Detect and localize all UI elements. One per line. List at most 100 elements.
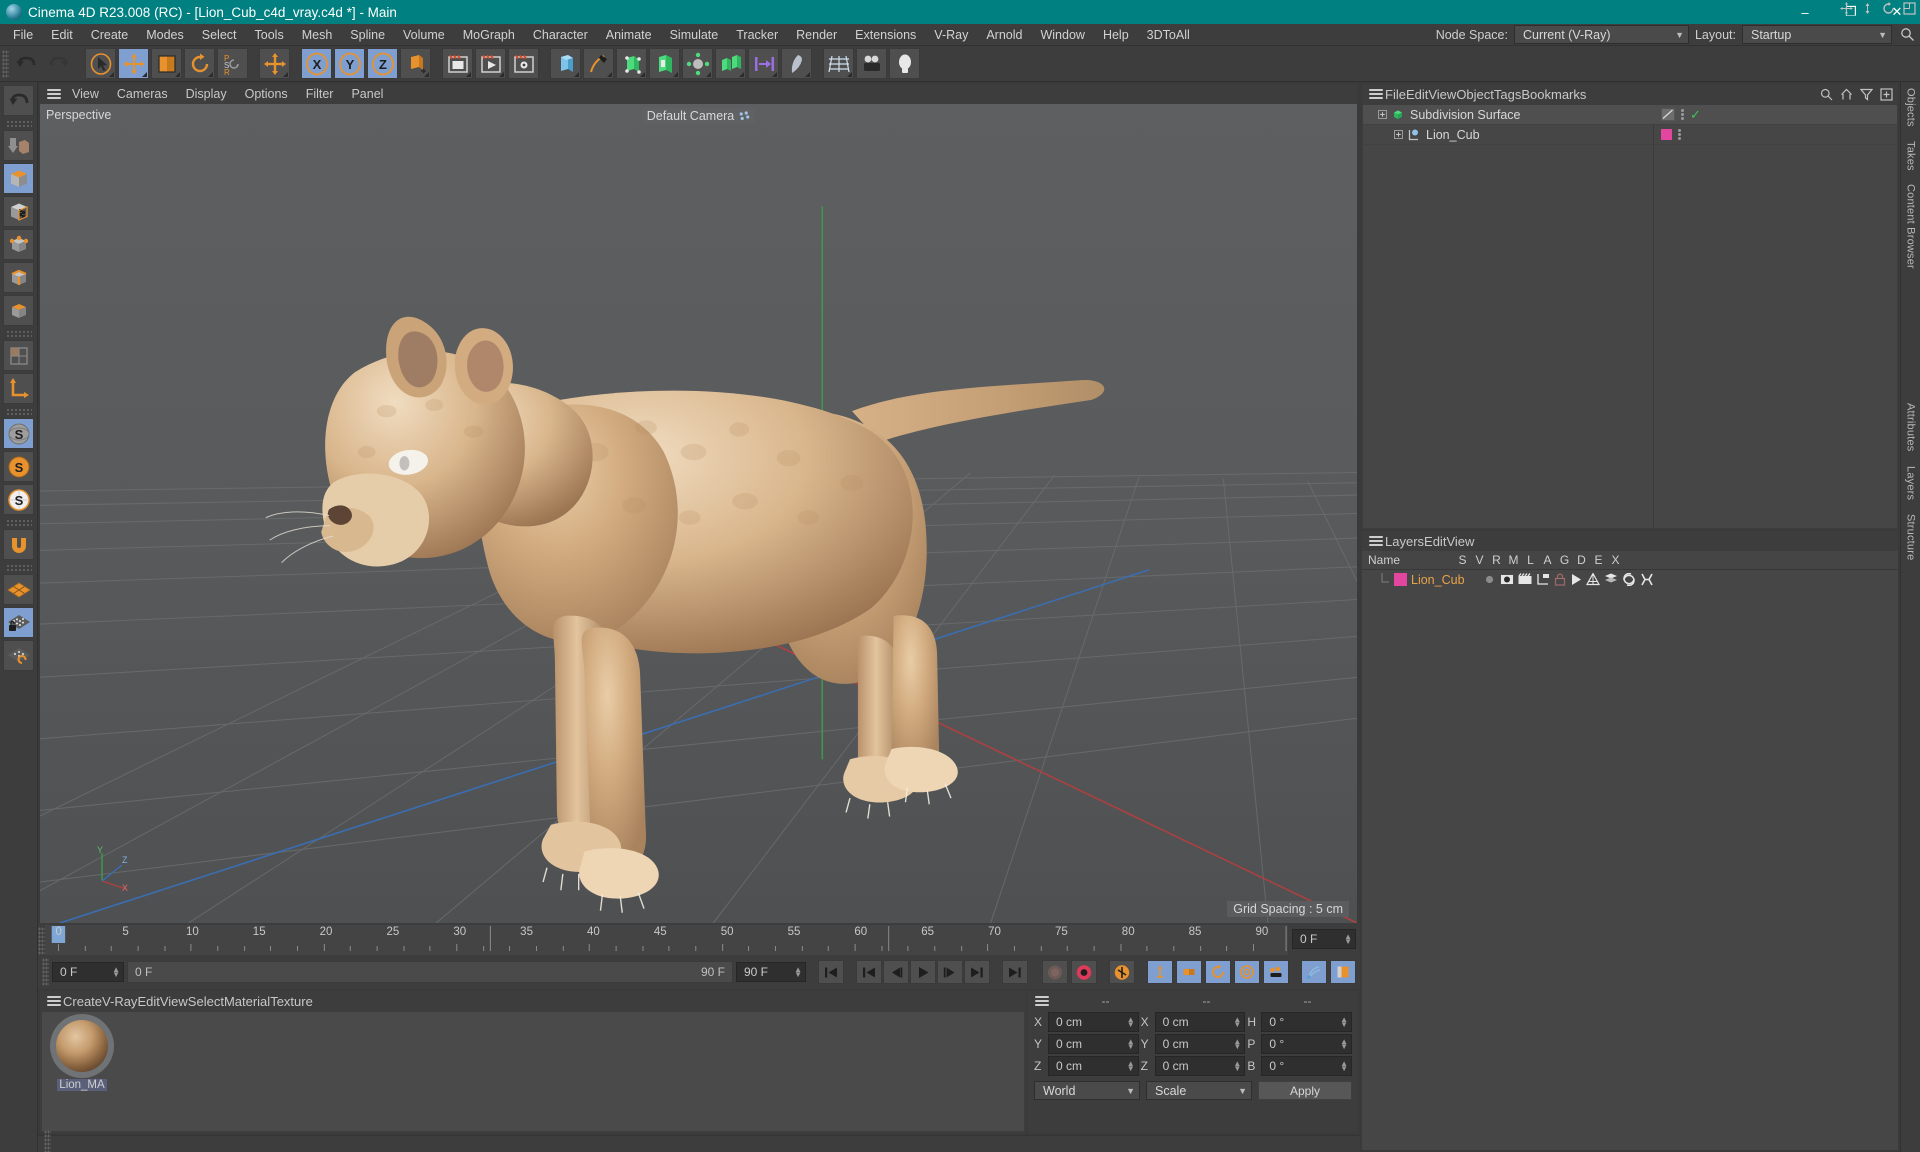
go-to-next-key-button[interactable] — [964, 960, 990, 984]
material-menu-material[interactable]: Material — [224, 994, 270, 1009]
spinner-icon[interactable]: ▲ ▼ — [794, 966, 802, 979]
menu-file[interactable]: File — [4, 26, 42, 44]
spinner-icon[interactable]: ▲ ▼ — [1233, 1016, 1241, 1029]
layer-row[interactable]: Lion_Cub — [1362, 570, 1898, 589]
menu-select[interactable]: Select — [193, 26, 246, 44]
object-menu-bookmarks[interactable]: Bookmarks — [1521, 87, 1586, 102]
undo-left-button[interactable] — [3, 85, 34, 116]
generators-icon[interactable] — [1585, 573, 1600, 586]
menu-tracker[interactable]: Tracker — [727, 26, 787, 44]
document-end-frame-input[interactable]: 90 F ▲ ▼ — [736, 962, 806, 982]
menu-edit[interactable]: Edit — [42, 26, 82, 44]
link-key-button[interactable] — [1301, 960, 1327, 984]
spinner-icon[interactable]: ▲ ▼ — [1233, 1060, 1241, 1073]
layer-col-d[interactable]: D — [1573, 553, 1590, 567]
undo-button[interactable] — [10, 48, 41, 79]
timeline-ruler[interactable]: 0 5 10 15 20 25 30 35 40 45 50 55 60 65 70 75 80 85 90 — [45, 925, 1288, 955]
go-to-start-button[interactable] — [818, 960, 844, 984]
coord-rot-b-field[interactable]: 0 ° ▲ ▼ — [1261, 1056, 1353, 1076]
viewport-menu-display[interactable]: Display — [177, 86, 236, 102]
layout-select[interactable]: Startup ▼ — [1742, 25, 1892, 44]
add-field-button[interactable] — [781, 48, 812, 79]
points-mode-button[interactable] — [3, 229, 34, 260]
material-menu-edit[interactable]: Edit — [137, 994, 159, 1009]
menu-extensions[interactable]: Extensions — [846, 26, 925, 44]
play-button[interactable] — [910, 960, 936, 984]
lock-z-axis[interactable]: Z — [367, 48, 398, 79]
lock-icon[interactable] — [1554, 573, 1566, 586]
spinner-icon[interactable]: ▲ ▼ — [1127, 1038, 1135, 1051]
material-menu-texture[interactable]: Texture — [270, 994, 313, 1009]
menu-spline[interactable]: Spline — [341, 26, 394, 44]
add-nurbs-button[interactable] — [649, 48, 680, 79]
menu-modes[interactable]: Modes — [137, 26, 193, 44]
timeline-current-frame-field[interactable]: 0 F ▲ ▼ — [1292, 929, 1356, 949]
render-to-picture-viewer[interactable] — [475, 48, 506, 79]
lock-y-axis[interactable]: Y — [334, 48, 365, 79]
material-menu-vray[interactable]: V-Ray — [102, 994, 137, 1009]
coord-pos-z-field[interactable]: 0 cm ▲ ▼ — [1048, 1056, 1139, 1076]
pan-icon[interactable] — [1840, 2, 1853, 15]
animation-play-icon[interactable] — [1570, 573, 1582, 586]
layer-menu-hamburger-icon[interactable] — [1367, 534, 1385, 548]
dock-tab-attributes[interactable]: Attributes — [1905, 403, 1917, 451]
object-menu-tags[interactable]: Tags — [1494, 87, 1521, 102]
dock-tab-takes[interactable]: Takes — [1905, 141, 1917, 171]
coordinate-space-select[interactable]: World ▼ — [1034, 1081, 1140, 1100]
render-film-icon[interactable] — [1517, 573, 1532, 586]
layer-col-x[interactable]: X — [1607, 553, 1624, 567]
add-spline-button[interactable] — [583, 48, 614, 79]
add-layer-icon[interactable] — [1880, 87, 1893, 101]
redo-button[interactable] — [43, 48, 74, 79]
layer-col-a[interactable]: A — [1539, 553, 1556, 567]
add-deformer-button[interactable] — [682, 48, 713, 79]
xref-icon[interactable] — [1640, 573, 1654, 586]
status-bar-grip[interactable] — [44, 1130, 51, 1152]
coord-size-y-field[interactable]: 0 cm ▲ ▼ — [1154, 1034, 1246, 1054]
material-menu-select[interactable]: Select — [188, 994, 224, 1009]
lock-x-axis[interactable]: X — [301, 48, 332, 79]
coord-pos-x-field[interactable]: 0 cm ▲ ▼ — [1048, 1012, 1139, 1032]
rotation-key-button[interactable] — [1205, 960, 1231, 984]
coord-size-z-field[interactable]: 0 cm ▲ ▼ — [1154, 1056, 1246, 1076]
add-mograph-button[interactable] — [748, 48, 779, 79]
object-row-lion-cub[interactable]: Lion_Cub — [1363, 125, 1897, 145]
material-tag-icon[interactable] — [1661, 129, 1672, 140]
lock-workplane-button[interactable] — [3, 607, 34, 638]
expressions-icon[interactable] — [1622, 573, 1636, 586]
menu-character[interactable]: Character — [524, 26, 597, 44]
viewport-solo-button[interactable]: S — [3, 484, 34, 515]
material-menu-hamburger-icon[interactable] — [45, 994, 63, 1008]
menu-help[interactable]: Help — [1094, 26, 1138, 44]
object-row-subdivision-surface[interactable]: Subdivision Surface ✓ — [1363, 105, 1897, 125]
psr-tool[interactable]: PSR — [217, 48, 248, 79]
axis-mode-button[interactable] — [3, 373, 34, 404]
coordinate-apply-button[interactable]: Apply — [1258, 1081, 1352, 1100]
dock-tab-structure[interactable]: Structure — [1905, 514, 1917, 560]
object-menu-edit[interactable]: Edit — [1406, 87, 1428, 102]
go-to-end-button[interactable] — [1002, 960, 1028, 984]
add-light-button[interactable] — [889, 48, 920, 79]
viewport-menu-cameras[interactable]: Cameras — [108, 86, 177, 102]
coord-pos-y-field[interactable]: 0 cm ▲ ▼ — [1048, 1034, 1139, 1054]
dock-tab-layers[interactable]: Layers — [1905, 466, 1917, 500]
menu-simulate[interactable]: Simulate — [661, 26, 728, 44]
step-back-button[interactable] — [883, 960, 909, 984]
move-tool[interactable] — [118, 48, 149, 79]
menu-animate[interactable]: Animate — [597, 26, 661, 44]
step-forward-button[interactable] — [937, 960, 963, 984]
spinner-icon[interactable]: ▲ ▼ — [1344, 933, 1352, 946]
layer-menu-view[interactable]: View — [1446, 534, 1474, 549]
add-cube-button[interactable] — [550, 48, 581, 79]
layer-col-l[interactable]: L — [1522, 553, 1539, 567]
object-menu-object[interactable]: Object — [1456, 87, 1494, 102]
model-mode-button[interactable] — [3, 130, 34, 161]
solo-dot-icon[interactable] — [1483, 573, 1496, 586]
material-menu-create[interactable]: Create — [63, 994, 102, 1009]
layer-color-swatch[interactable] — [1394, 573, 1407, 586]
spinner-icon[interactable]: ▲ ▼ — [1127, 1016, 1135, 1029]
spinner-icon[interactable]: ▲ ▼ — [112, 966, 120, 979]
object-tree[interactable]: Subdivision Surface ✓ Lion_Cub — [1363, 105, 1897, 528]
menu-render[interactable]: Render — [787, 26, 846, 44]
menu-tools[interactable]: Tools — [246, 26, 293, 44]
